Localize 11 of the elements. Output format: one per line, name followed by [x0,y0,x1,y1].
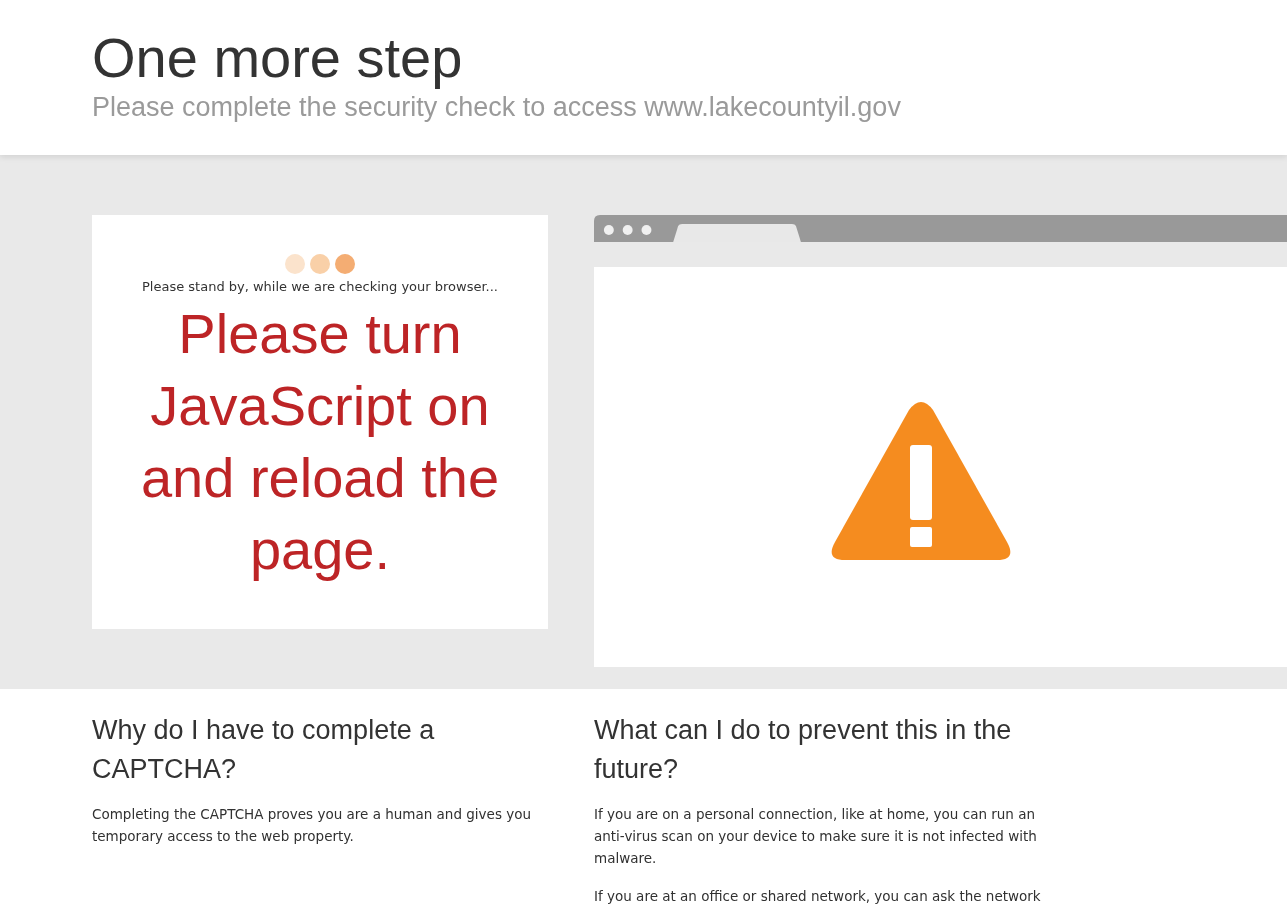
section-heading: What can I do to prevent this in the future? [594,714,1013,786]
loading-dots-icon [285,253,355,275]
page-title: One more step [92,26,464,90]
status-text: Please stand by, while we are checking your browser... [142,279,498,294]
javascript-warning: Please turn JavaScript on and reload the page. [139,301,501,583]
warning-icon [830,402,1011,562]
paragraph: Completing the CAPTCHA proves you are a human and gives you temporary access to the web property. [92,805,533,846]
section-heading: Why do I have to complete a CAPTCHA? [92,714,436,786]
paragraph: If you are at an office or shared network, you can ask the network [594,887,1042,906]
paragraph: If you are on a personal connection, like at home, you can run an anti-virus scan on your device to make sure it is not infected with malware. [594,805,1038,868]
page-subtitle: Please complete the security check to access www.lakecountyil.gov [92,92,902,123]
